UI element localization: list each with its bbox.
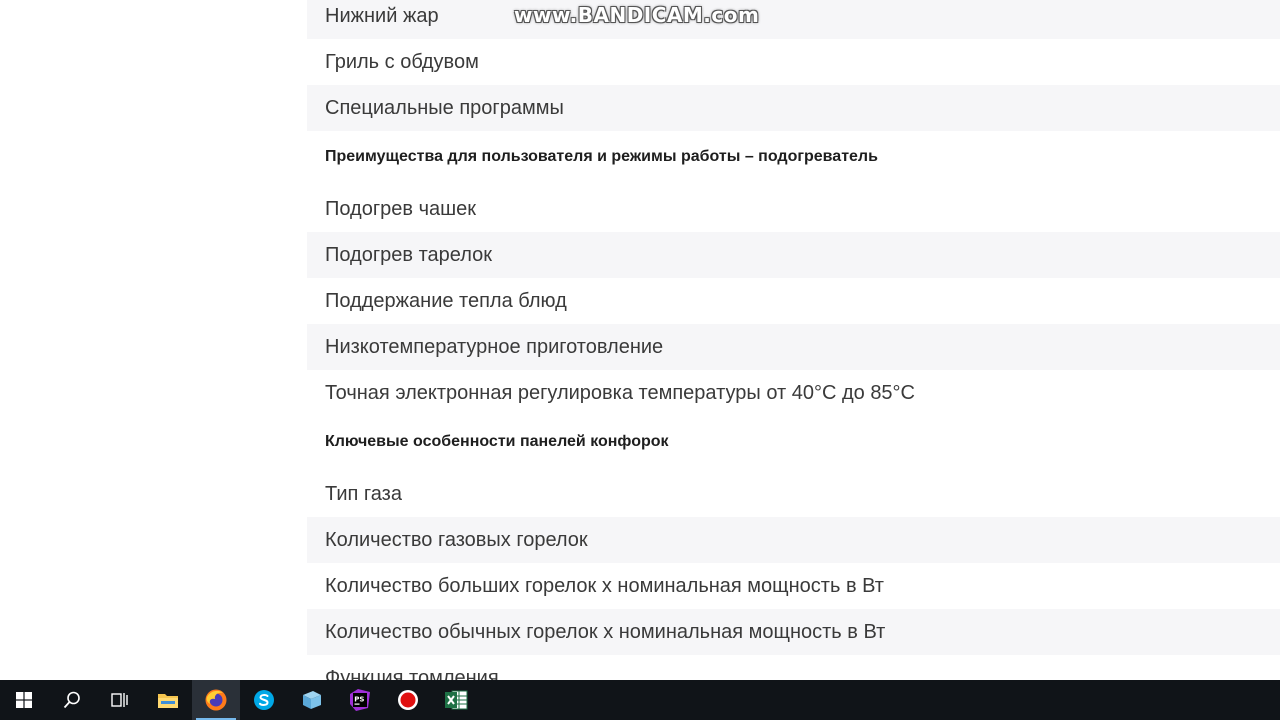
taskbar: PS xyxy=(0,680,1280,720)
file-explorer-button[interactable] xyxy=(144,680,192,720)
spec-row: Тип газа xyxy=(325,482,402,505)
bandicam-button[interactable] xyxy=(384,680,432,720)
spec-row: Гриль с обдувом xyxy=(325,50,479,73)
start-button[interactable] xyxy=(0,680,48,720)
section-header: Ключевые особенности панелей конфорок xyxy=(325,432,669,450)
spec-row: Количество обычных горелок x номинальная… xyxy=(307,609,1280,655)
section-header: Преимущества для пользователя и режимы р… xyxy=(325,147,878,165)
firefox-button[interactable] xyxy=(192,680,240,720)
spec-row: Подогрев чашек xyxy=(325,197,477,220)
spec-list: Нижний жар Гриль с обдувом Специальные про… xyxy=(307,0,1280,680)
notepad-icon xyxy=(303,691,321,709)
search-icon xyxy=(63,691,80,709)
spec-row: Подогрев тарелок xyxy=(307,232,1280,278)
spec-row: Специальные программы xyxy=(307,85,1280,131)
browser-viewport: Нижний жар Гриль с обдувом Специальные про… xyxy=(0,0,1280,680)
skype-button[interactable] xyxy=(240,680,288,720)
record-icon xyxy=(398,690,418,710)
folder-icon xyxy=(158,694,178,708)
task-view-button[interactable] xyxy=(96,680,144,720)
phpstorm-icon: PS xyxy=(350,689,370,711)
windows-logo-icon xyxy=(16,692,32,708)
task-view-icon xyxy=(111,693,128,707)
notepad-button[interactable] xyxy=(288,680,336,720)
spec-row: Количество газовых горелок xyxy=(307,517,1280,563)
excel-button[interactable] xyxy=(432,680,480,720)
spec-row: Точная электронная регулировка температу… xyxy=(325,381,915,404)
skype-icon xyxy=(254,690,274,710)
spec-row: Функция томления xyxy=(325,666,499,681)
spec-row: Нижний жар xyxy=(307,0,1280,39)
phpstorm-button[interactable]: PS xyxy=(336,680,384,720)
firefox-icon xyxy=(205,689,227,711)
search-button[interactable] xyxy=(48,680,96,720)
svg-text:PS: PS xyxy=(354,696,364,704)
spec-row: Поддержание тепла блюд xyxy=(325,289,567,312)
excel-icon xyxy=(445,690,468,710)
spec-row: Низкотемпературное приготовление xyxy=(307,324,1280,370)
spec-row: Количество больших горелок x номинальная… xyxy=(325,574,884,597)
